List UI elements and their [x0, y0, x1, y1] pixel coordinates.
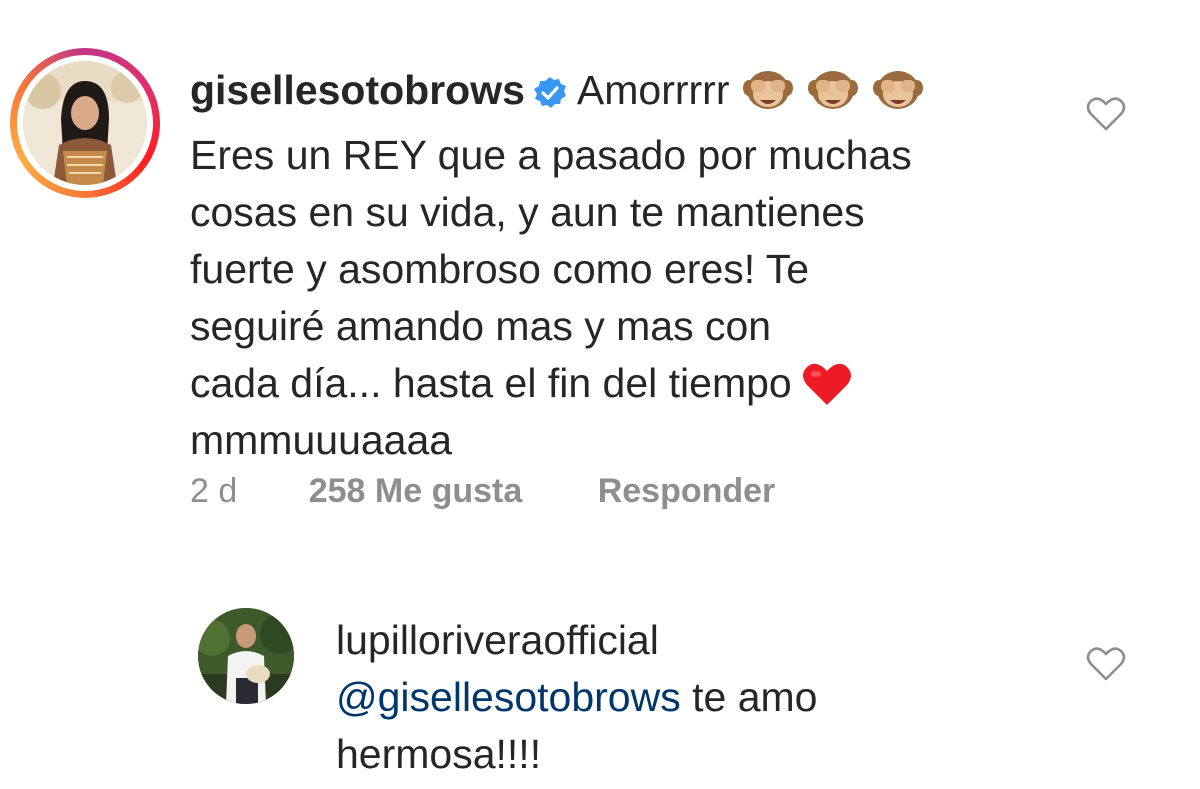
see-no-evil-monkey-icon — [873, 71, 924, 109]
comment-text-line: cosas en su vida, y aun te mantienes — [190, 189, 865, 235]
red-heart-icon — [802, 361, 852, 407]
story-ring[interactable] — [10, 48, 160, 198]
comment-text-first: Amorrrrr — [576, 67, 730, 113]
see-no-evil-monkey-icon — [807, 71, 858, 109]
reply-button[interactable]: Responder — [598, 472, 776, 511]
verified-badge-icon — [533, 76, 567, 110]
comment-body: gisellesotobrows Amorrrrr Eres un REY qu… — [190, 62, 1030, 469]
comment-time: 2 d — [190, 472, 238, 510]
comment-body: lupilloriveraofficial @gisellesotobrows … — [336, 612, 1036, 783]
avatar[interactable] — [198, 608, 294, 704]
likes-count-link[interactable]: 258 Me gusta — [309, 472, 523, 511]
comment-text-line: cada día... hasta el fin del tiempo — [190, 360, 792, 406]
comment-text-line: hermosa!!!! — [336, 731, 542, 777]
comment-text-line: seguiré amando mas y mas con — [190, 303, 772, 349]
comment-text: te amo — [680, 674, 818, 720]
comment-text-line: mmmuuuaaaa — [190, 417, 453, 463]
see-no-evil-monkey-emojis — [742, 66, 927, 127]
comment-text-line: Eres un REY que a pasado por muchas — [190, 132, 912, 178]
comment-text-line: fuerte y asombroso como eres! Te — [190, 246, 810, 292]
comment-meta: 2 d 258 Me gusta Responder — [190, 472, 775, 511]
username-link[interactable]: gisellesotobrows — [190, 67, 525, 113]
see-no-evil-monkey-icon — [742, 71, 793, 109]
like-heart-icon[interactable] — [1086, 646, 1126, 682]
username-link[interactable]: lupilloriveraofficial — [336, 617, 659, 663]
like-heart-icon[interactable] — [1086, 96, 1126, 132]
mention-link[interactable]: @gisellesotobrows — [336, 674, 681, 720]
avatar[interactable] — [23, 61, 147, 185]
